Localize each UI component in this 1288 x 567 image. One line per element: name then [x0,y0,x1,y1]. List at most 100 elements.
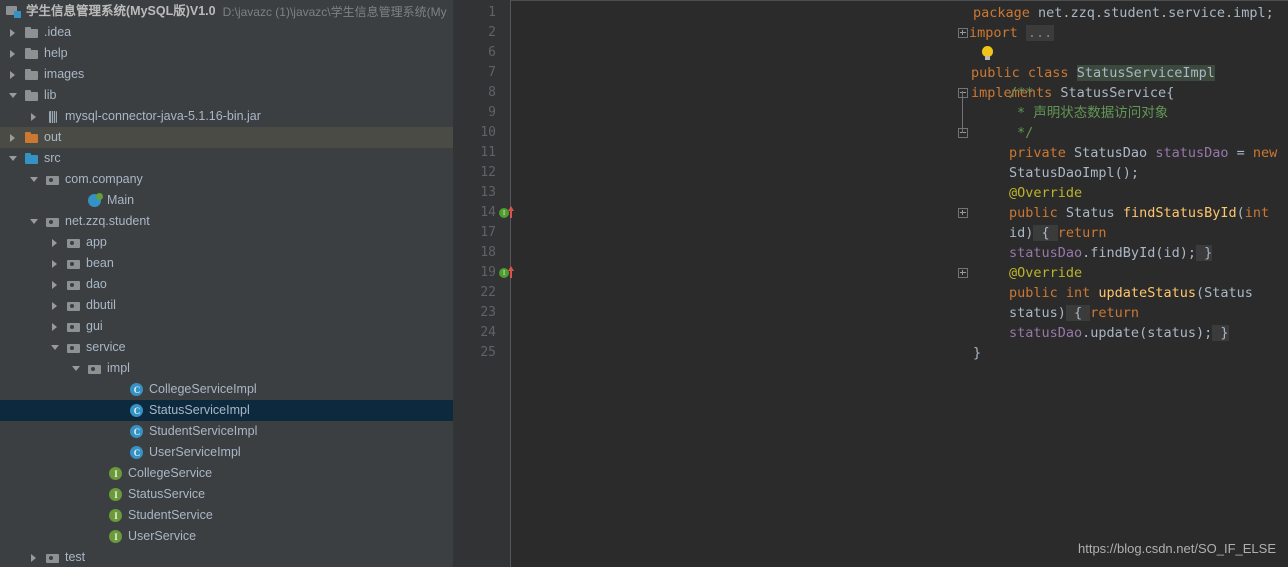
line-number[interactable]: 25 [453,343,496,363]
tree-item-impl[interactable]: impl [0,358,453,379]
tree-item-gui[interactable]: gui [0,316,453,337]
chevron-right-icon[interactable] [29,111,40,122]
line-number[interactable]: 10 [453,123,496,143]
tree-item-lib[interactable]: lib [0,85,453,106]
tree-item-out[interactable]: out [0,127,453,148]
tree-item-help[interactable]: help [0,43,453,64]
tree-item-com-company[interactable]: com.company [0,169,453,190]
return-type: Status [1057,205,1123,221]
line-number[interactable]: 8 [453,83,496,103]
tree-item-dbutil[interactable]: dbutil [0,295,453,316]
folded-brace-close-19[interactable]: } [1212,325,1229,341]
tree-item-label: service [86,340,126,355]
project-root-row[interactable]: 学生信息管理系统(MySQL版)V1.0 D:\javazc (1)\javaz… [0,0,453,22]
tree-item-main[interactable]: Main [0,190,453,211]
intention-bulb-icon[interactable] [981,46,994,61]
tree-item-test[interactable]: test [0,547,453,567]
tree-item-dao[interactable]: dao [0,274,453,295]
fold-expand-icon[interactable] [958,268,968,278]
tree-item-service[interactable]: service [0,337,453,358]
chevron-down-icon[interactable] [29,216,40,227]
tree-item-bean[interactable]: bean [0,253,453,274]
tree-item-collegeservice[interactable]: CollegeService [0,463,453,484]
project-tree-panel[interactable]: 学生信息管理系统(MySQL版)V1.0 D:\javazc (1)\javaz… [0,0,453,567]
tree-item-statusservice[interactable]: StatusService [0,484,453,505]
chevron-down-icon[interactable] [29,174,40,185]
line-number[interactable]: 17 [453,223,496,243]
line-number[interactable]: 23 [453,303,496,323]
line-number[interactable]: 6 [453,43,496,63]
chevron-down-icon[interactable] [50,342,61,353]
folded-brace-open-14[interactable]: { [1033,225,1058,241]
tree-item-app[interactable]: app [0,232,453,253]
tree-item-collegeserviceimpl[interactable]: CollegeServiceImpl [0,379,453,400]
package-icon [66,235,82,251]
tree-item-userserviceimpl[interactable]: UserServiceImpl [0,442,453,463]
package-icon [66,277,82,293]
package-icon [66,319,82,335]
folder-blue-icon [24,151,40,167]
class-icon [129,445,145,461]
tree-item-net-zzq-student[interactable]: net.zzq.student [0,211,453,232]
interface-icon [108,508,124,524]
code-lines[interactable]: 126789101112131417181922232425 package n… [453,3,1288,567]
line-number[interactable]: 12 [453,163,496,183]
chevron-right-icon[interactable] [8,27,19,38]
line-number[interactable]: 19 [453,263,496,283]
chevron-right-icon[interactable] [50,258,61,269]
tree-item-src[interactable]: src [0,148,453,169]
project-tree-list[interactable]: .idea help images lib mysql-connector-java-5… [0,22,453,567]
folded-brace-open-19[interactable]: { [1065,305,1091,321]
chevron-right-icon[interactable] [50,237,61,248]
chevron-right-icon[interactable] [50,300,61,311]
package-icon [66,298,82,314]
fold-expand-icon[interactable] [958,28,968,38]
tree-item--idea[interactable]: .idea [0,22,453,43]
line-number[interactable]: 7 [453,63,496,83]
field-ref-14: statusDao [1009,245,1083,261]
line-number[interactable]: 18 [453,243,496,263]
tree-item-label: mysql-connector-java-5.1.16-bin.jar [65,109,261,124]
line-number[interactable]: 11 [453,143,496,163]
class-icon [129,403,145,419]
fold-expand-icon[interactable] [958,208,968,218]
tree-item-studentserviceimpl[interactable]: StudentServiceImpl [0,421,453,442]
line-number[interactable]: 24 [453,323,496,343]
code-editor[interactable]: 126789101112131417181922232425 package n… [453,0,1288,567]
fold-collapse-icon[interactable] [958,128,968,138]
tree-item-mysql-connector-java-5-1-16-bin-jar[interactable]: mysql-connector-java-5.1.16-bin.jar [0,106,453,127]
line-number[interactable]: 22 [453,283,496,303]
folded-brace-close-14[interactable]: } [1195,245,1213,261]
package-icon [66,340,82,356]
chevron-right-icon[interactable] [8,69,19,80]
chevron-right-icon[interactable] [50,321,61,332]
line-number[interactable]: 9 [453,103,496,123]
tree-item-studentservice[interactable]: StudentService [0,505,453,526]
chevron-down-icon[interactable] [8,90,19,101]
implementing-method-icon[interactable] [499,206,515,221]
chevron-right-icon[interactable] [8,48,19,59]
tree-item-label: net.zzq.student [65,214,150,229]
chevron-right-icon[interactable] [50,279,61,290]
line-number[interactable]: 14 [453,203,496,223]
tree-item-userservice[interactable]: UserService [0,526,453,547]
fold-region-line [962,91,963,133]
line-number[interactable]: 13 [453,183,496,203]
tree-item-images[interactable]: images [0,64,453,85]
param-id: id) [1009,225,1034,241]
code-line-18: @Override [1009,265,1083,281]
folded-imports[interactable]: ... [1025,25,1055,41]
tree-item-statusserviceimpl[interactable]: StatusServiceImpl [0,400,453,421]
chevron-down-icon[interactable] [8,153,19,164]
package-icon [45,550,61,566]
fold-collapse-icon[interactable] [958,88,968,98]
tree-item-label: Main [107,193,135,208]
chevron-right-icon[interactable] [29,552,40,563]
line-number[interactable]: 1 [453,3,496,23]
implementing-method-icon[interactable] [499,266,515,281]
chevron-right-icon[interactable] [8,132,19,143]
line-number[interactable]: 2 [453,23,496,43]
chevron-down-icon[interactable] [71,363,82,374]
